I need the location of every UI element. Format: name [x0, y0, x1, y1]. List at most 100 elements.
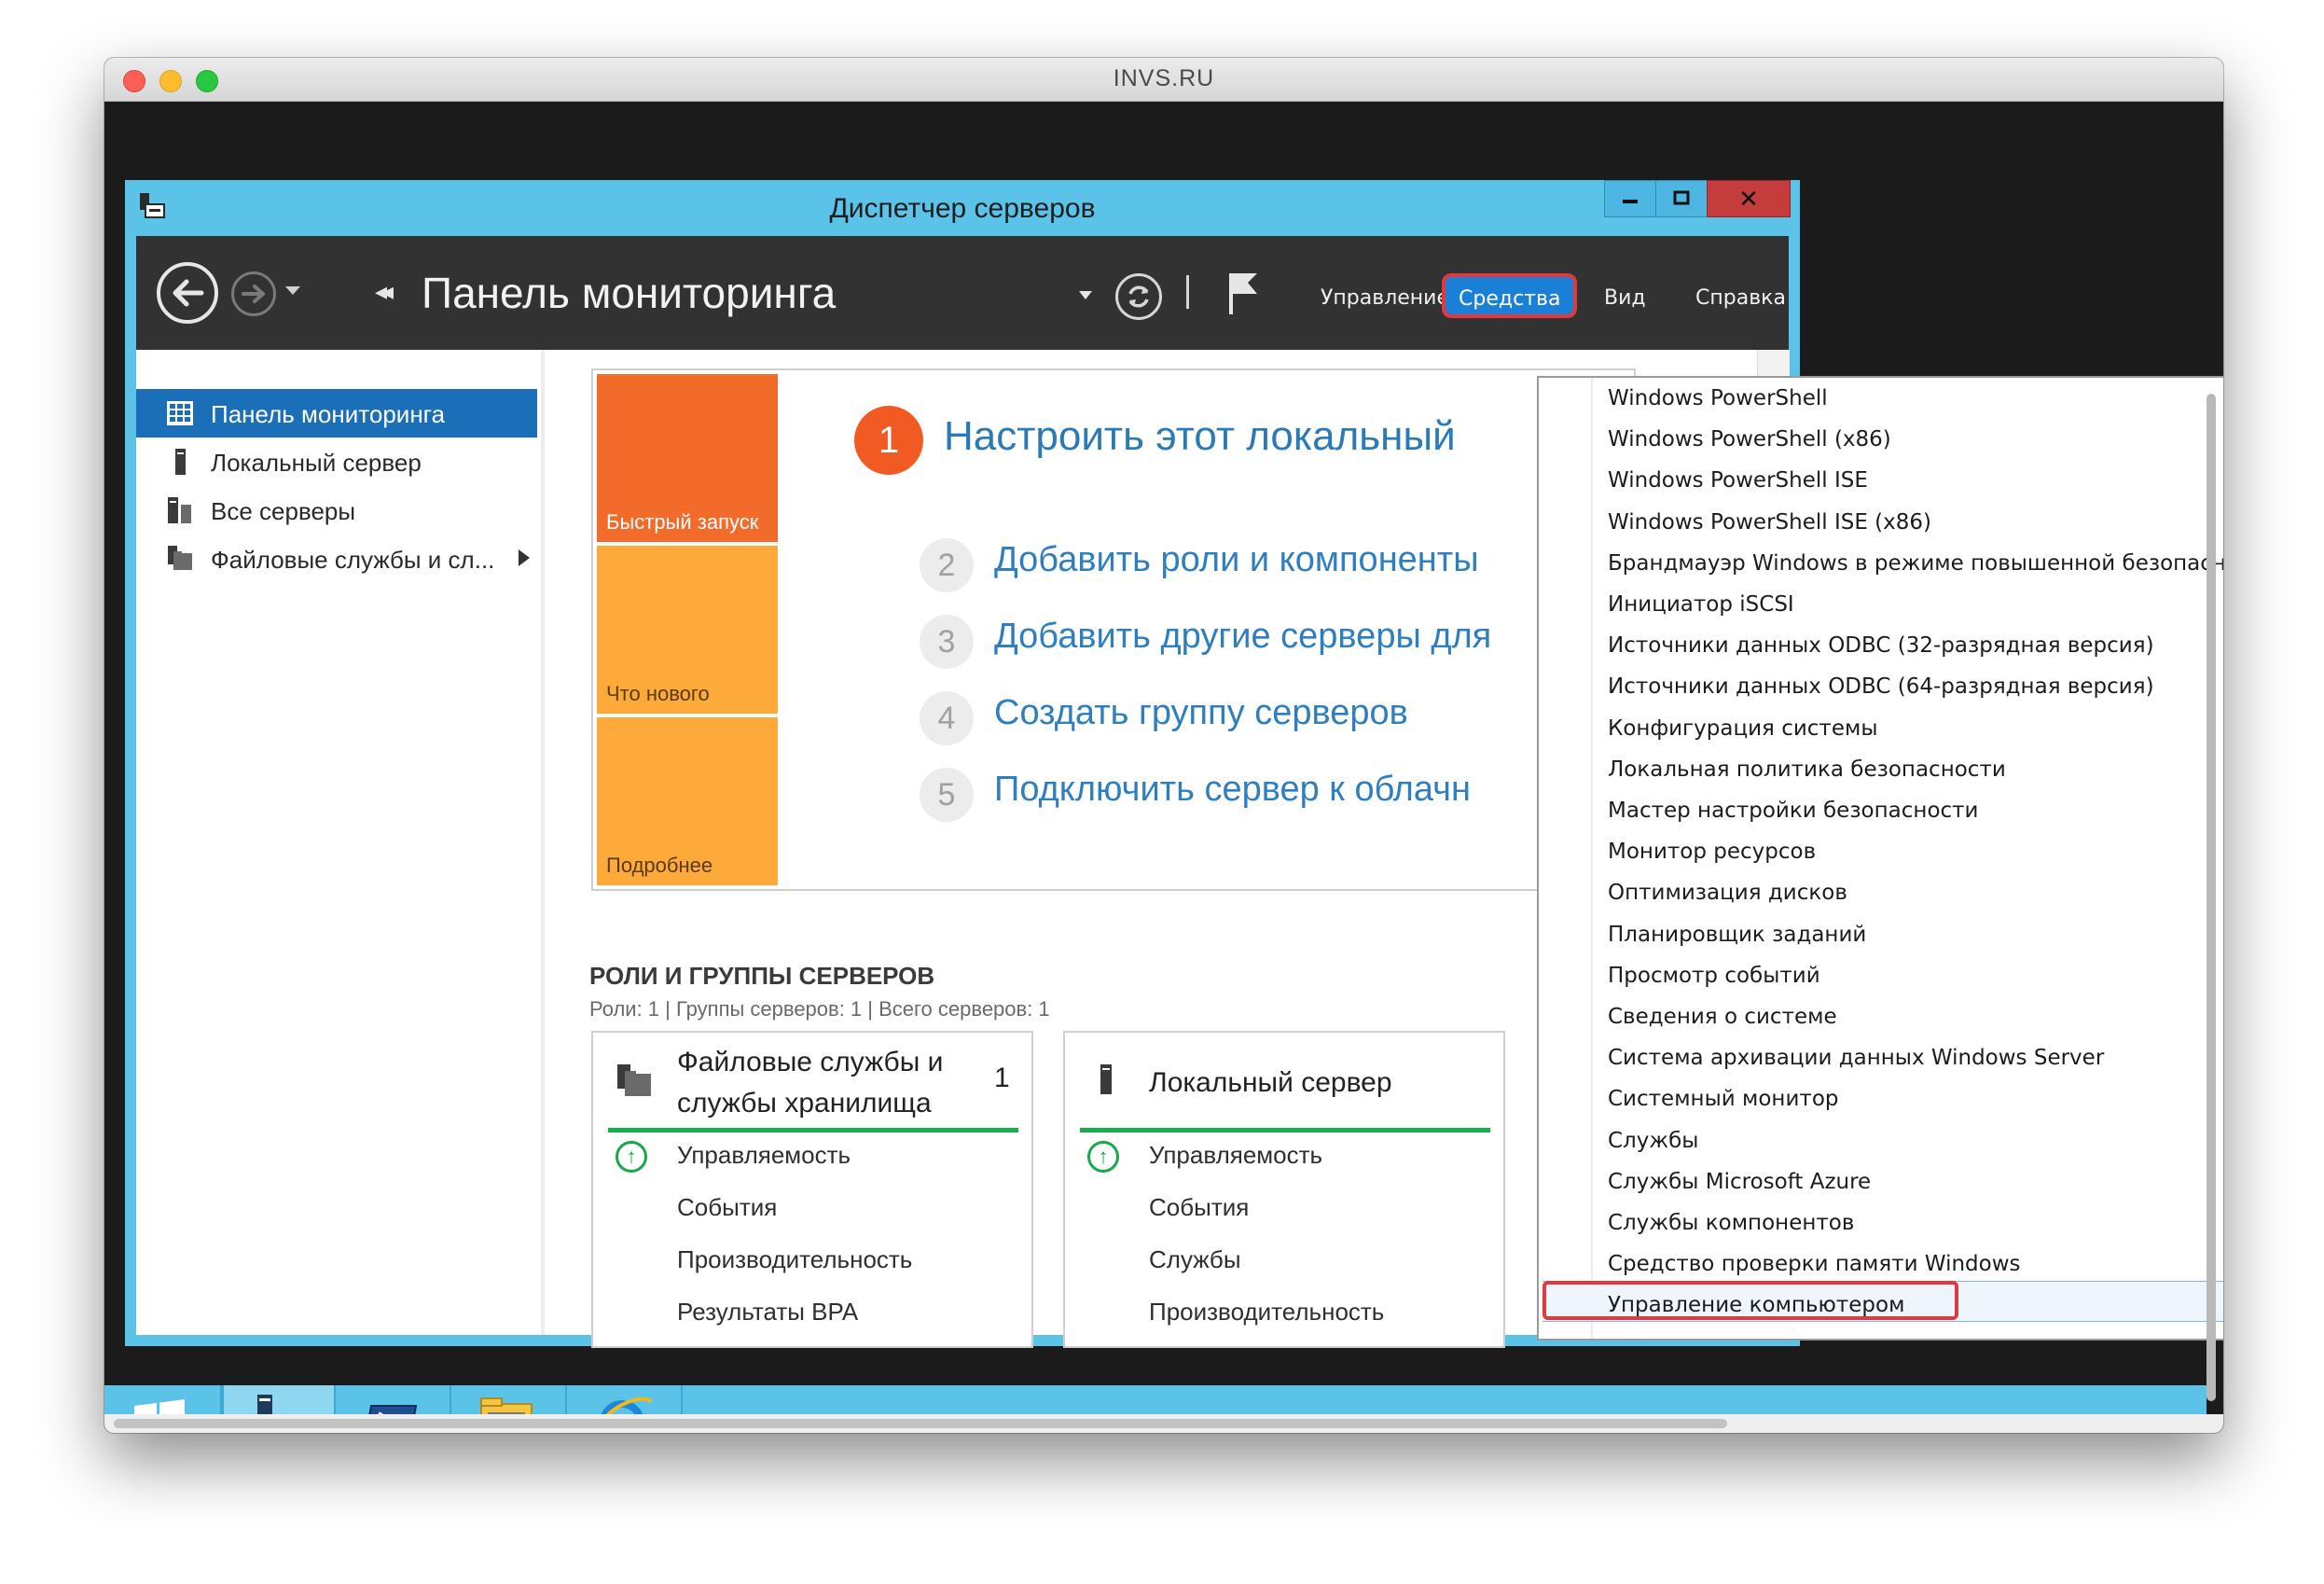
card-row-manageability[interactable]: Управляемость — [677, 1141, 851, 1170]
card-row-events[interactable]: События — [1149, 1193, 1249, 1222]
status-up-icon: ↑ — [616, 1141, 647, 1173]
tools-menu-item[interactable]: Монитор ресурсов — [1608, 831, 2223, 872]
step-number: 5 — [920, 768, 974, 822]
tile-label: Быстрый запуск — [606, 510, 759, 534]
tools-menu-item[interactable]: Локальная политика безопасности — [1608, 749, 2223, 790]
minimize-icon — [1623, 200, 1638, 203]
forward-button[interactable] — [231, 271, 276, 316]
tools-menu-item[interactable]: Система архивации данных Windows Server — [1608, 1037, 2223, 1078]
minimize-button[interactable] — [1604, 180, 1656, 217]
menu-tools[interactable]: Средства — [1442, 273, 1578, 318]
tools-menu-item[interactable]: Конфигурация системы — [1608, 708, 2223, 749]
nav-item-local-server[interactable]: Локальный сервер — [136, 438, 537, 486]
tile-label: Подробнее — [606, 854, 713, 877]
arrow-right-icon — [242, 285, 265, 303]
servers-icon — [168, 497, 191, 523]
nav-item-label: Все серверы — [211, 497, 356, 525]
nav-item-label: Панель мониторинга — [211, 400, 446, 428]
card-status-underline — [1080, 1128, 1490, 1132]
chevron-right-icon[interactable] — [519, 549, 530, 566]
card-title[interactable]: Файловые службы и службы хранилища — [677, 1042, 957, 1124]
card-title[interactable]: Локальный сервер — [1149, 1063, 1429, 1104]
refresh-button[interactable] — [1115, 273, 1162, 320]
tools-menu-item[interactable]: Оптимизация дисков — [1608, 872, 2223, 913]
dashboard-icon — [167, 401, 193, 425]
tools-menu-item[interactable]: Windows PowerShell ISE — [1608, 460, 2223, 501]
red-annotation-box — [1542, 1281, 1958, 1320]
mac-horizontal-scroll-thumb[interactable] — [114, 1419, 1727, 1428]
chevron-down-icon[interactable] — [1078, 290, 1093, 301]
mac-horizontal-scrollbar[interactable] — [104, 1414, 2223, 1433]
mac-window-title: INVS.RU — [1113, 65, 1215, 91]
card-row-bpa-results[interactable]: Результаты BPA — [677, 1298, 858, 1327]
roles-heading: РОЛИ И ГРУППЫ СЕРВЕРОВ — [589, 962, 935, 990]
tools-dropdown-menu: Windows PowerShell Windows PowerShell (x8… — [1537, 376, 2223, 1341]
refresh-icon — [1128, 285, 1149, 308]
menu-manage[interactable]: Управление — [1321, 286, 1449, 310]
mac-vertical-scrollbar[interactable] — [2206, 394, 2216, 1401]
tools-menu-item[interactable]: Инициатор iSCSI — [1608, 584, 2223, 625]
step-1-link[interactable]: Настроить этот локальный — [944, 413, 1456, 460]
nav-item-dashboard[interactable]: Панель мониторинга — [136, 389, 537, 438]
step-2-link[interactable]: Добавить роли и компоненты — [994, 540, 1479, 580]
welcome-tile: Быстрый запуск Что нового Подробнее 1 На… — [591, 368, 1636, 891]
tools-menu-item[interactable]: Windows PowerShell ISE (x86) — [1608, 502, 2223, 543]
tile-quick-start[interactable]: Быстрый запуск — [597, 374, 778, 542]
roles-summary: Роли: 1 | Группы серверов: 1 | Всего сер… — [589, 997, 1050, 1021]
tools-menu-item[interactable]: Сведения о системе — [1608, 996, 2223, 1037]
tools-menu-item[interactable]: Системный монитор — [1608, 1078, 2223, 1119]
role-card-local-server[interactable]: Локальный сервер ↑ Управляемость События… — [1063, 1031, 1505, 1348]
server-icon — [1100, 1064, 1112, 1094]
arrow-left-icon — [173, 279, 204, 307]
card-row-manageability[interactable]: Управляемость — [1149, 1141, 1322, 1170]
tools-menu-item[interactable]: Просмотр событий — [1608, 955, 2223, 996]
card-row-events[interactable]: События — [677, 1193, 777, 1222]
tools-menu-item[interactable]: Службы — [1608, 1120, 2223, 1161]
server-icon — [175, 449, 186, 475]
back-button[interactable] — [157, 262, 218, 324]
double-chevron-left-icon[interactable]: ◂◂ — [375, 277, 394, 306]
close-icon: ✕ — [1738, 185, 1759, 213]
tools-menu-item[interactable]: Службы Microsoft Azure — [1608, 1161, 2223, 1202]
maximize-icon — [1673, 190, 1690, 205]
card-row-performance[interactable]: Производительность — [1149, 1298, 1384, 1327]
flag-icon[interactable] — [1225, 270, 1259, 316]
menu-view[interactable]: Вид — [1604, 286, 1646, 310]
history-dropdown-icon[interactable] — [284, 285, 302, 298]
tile-whats-new[interactable]: Что нового — [597, 546, 778, 714]
status-up-icon: ↑ — [1087, 1141, 1119, 1173]
menu-help[interactable]: Справка — [1695, 286, 1786, 310]
nav-item-file-services[interactable]: Файловые службы и сл... — [136, 535, 537, 583]
maximize-button[interactable] — [1655, 180, 1708, 217]
tile-label: Что нового — [606, 682, 710, 705]
server-manager-titlebar: Диспетчер серверов ✕ — [125, 180, 1800, 236]
tools-menu-item[interactable]: Службы компонентов — [1608, 1202, 2223, 1244]
navigation-pane: Панель мониторинга Локальный сервер Все … — [136, 350, 545, 1335]
tools-menu-item[interactable]: Windows PowerShell (x86) — [1608, 419, 2223, 460]
close-button[interactable]: ✕ — [1707, 180, 1791, 217]
breadcrumb-title: Панель мониторинга — [422, 269, 837, 317]
tools-menu-item[interactable]: Мастер настройки безопасности — [1608, 790, 2223, 831]
tools-menu-item[interactable]: Источники данных ODBC (64-разрядная верс… — [1608, 666, 2223, 707]
step-5-link[interactable]: Подключить сервер к облачн — [994, 770, 1471, 810]
card-count: 1 — [994, 1063, 1010, 1093]
nav-item-all-servers[interactable]: Все серверы — [136, 486, 537, 535]
card-row-services[interactable]: Службы — [1149, 1245, 1241, 1274]
step-3-link[interactable]: Добавить другие серверы для — [994, 617, 1491, 657]
tools-menu-item[interactable]: Планировщик заданий — [1608, 914, 2223, 955]
tools-menu-item[interactable]: Windows PowerShell — [1608, 378, 2223, 419]
card-row-performance[interactable]: Производительность — [677, 1245, 912, 1274]
role-card-file-services[interactable]: Файловые службы и службы хранилища 1 ↑ У… — [591, 1031, 1033, 1348]
tools-menu-item[interactable]: Источники данных ODBC (32-разрядная верс… — [1608, 625, 2223, 666]
tools-menu-item[interactable]: Средство проверки памяти Windows — [1608, 1244, 2223, 1285]
tools-menu-item[interactable]: Брандмауэр Windows в режиме повышенной б… — [1608, 543, 2223, 584]
card-status-underline — [608, 1128, 1018, 1132]
mac-window: INVS.RU Диспетчер серверов ✕ ◂◂ Панель м… — [104, 58, 2223, 1433]
mac-titlebar: INVS.RU — [104, 58, 2223, 102]
step-number: 1 — [854, 406, 923, 475]
step-number: 4 — [920, 691, 974, 745]
tile-learn-more[interactable]: Подробнее — [597, 717, 778, 885]
nav-item-label: Локальный сервер — [211, 449, 422, 477]
step-4-link[interactable]: Создать группу серверов — [994, 693, 1408, 733]
server-manager-title: Диспетчер серверов — [829, 193, 1096, 224]
